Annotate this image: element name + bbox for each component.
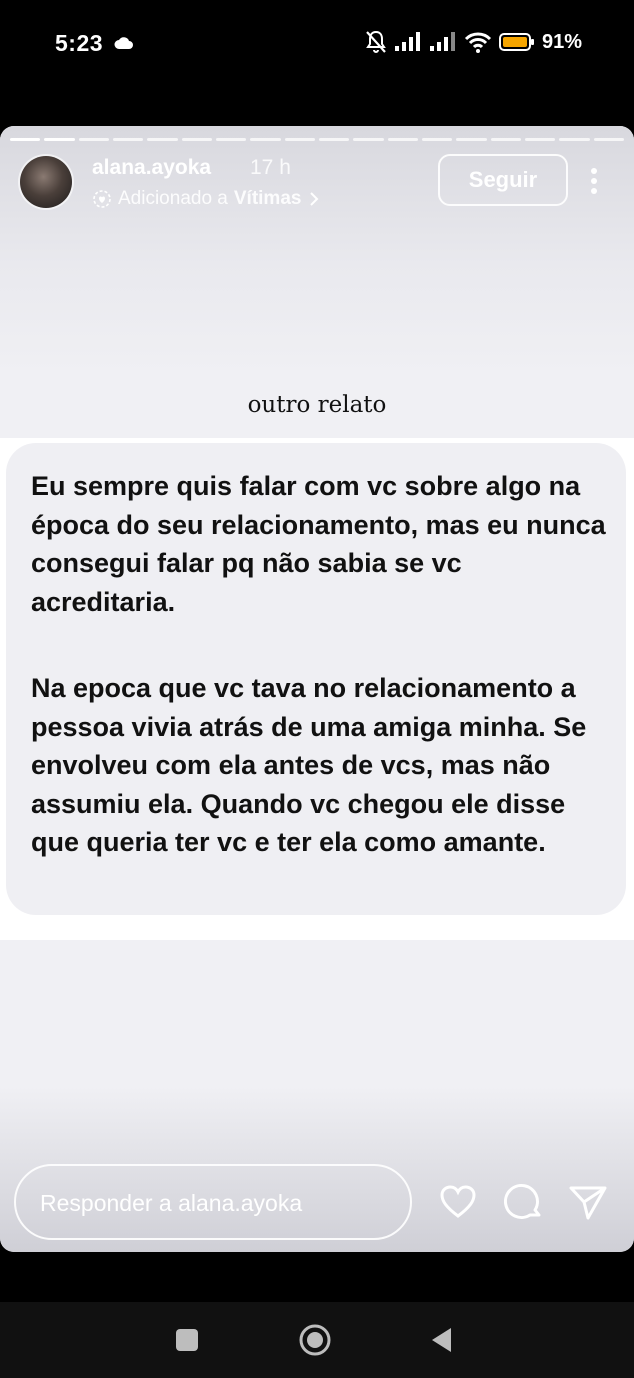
highlight-name: Vítimas [233,188,302,209]
message-paragraph: Na epoca que vc tava no relacionamento a… [31,673,587,857]
progress-segment [78,138,109,141]
home-button[interactable] [295,1320,335,1360]
triangle-back-icon [432,1328,451,1352]
avatar[interactable] [20,156,72,208]
progress-segment [112,138,144,141]
story-progress-bar [10,138,624,141]
progress-segment [421,138,453,141]
highlight-link[interactable]: Adicionado a Vítimas [92,188,321,210]
message-bubble: Eu sempre quis falar com vc sobre algo n… [6,443,626,915]
send-icon[interactable] [568,1182,608,1222]
progress-segment [456,138,487,141]
progress-segment [353,138,384,141]
bell-off-icon [366,30,386,53]
added-prefix: Adicionado a [118,188,228,209]
wifi-icon [464,32,492,53]
progress-segment [524,138,556,141]
square-icon [176,1329,198,1351]
back-button[interactable] [421,1320,461,1360]
battery-icon [498,33,534,51]
status-time: 5:23 [55,30,104,56]
more-options-icon[interactable] [582,166,606,196]
recent-apps-button[interactable] [167,1320,207,1360]
progress-segment [215,138,247,141]
status-bar: 5:23 91% [0,0,634,90]
progress-segment [387,138,418,141]
story-viewer[interactable]: alana.ayoka 17 h Adicionado a Vítimas Se… [0,126,634,1252]
progress-segment [490,138,521,141]
circle-icon [299,1324,331,1356]
battery-percent: 91% [541,30,582,53]
story-caption: outro relato [247,392,387,418]
progress-segment [147,138,178,141]
reply-input[interactable] [38,1182,392,1224]
progress-segment [559,138,590,141]
progress-segment [250,138,281,141]
chevron-right-icon [310,192,319,206]
message-paragraph: Eu sempre quis falar com vc sobre algo n… [31,471,606,617]
progress-segment [593,138,624,141]
signal-icon [394,32,420,51]
progress-segment [318,138,350,141]
heart-icon[interactable] [438,1182,478,1222]
progress-segment [181,138,212,141]
progress-segment [10,138,41,141]
story-time: 17 h [250,156,291,179]
comment-icon[interactable] [504,1182,544,1222]
highlight-icon [93,190,111,208]
system-navigation-bar [0,1302,634,1378]
story-username[interactable]: alana.ayoka [92,156,211,180]
progress-segment [44,138,75,141]
progress-segment [284,138,315,141]
follow-button[interactable]: Seguir [438,154,568,206]
reply-field[interactable] [14,1164,412,1240]
cloud-icon [114,37,133,49]
message-screenshot: Eu sempre quis falar com vc sobre algo n… [0,438,634,940]
signal-icon [429,32,455,51]
